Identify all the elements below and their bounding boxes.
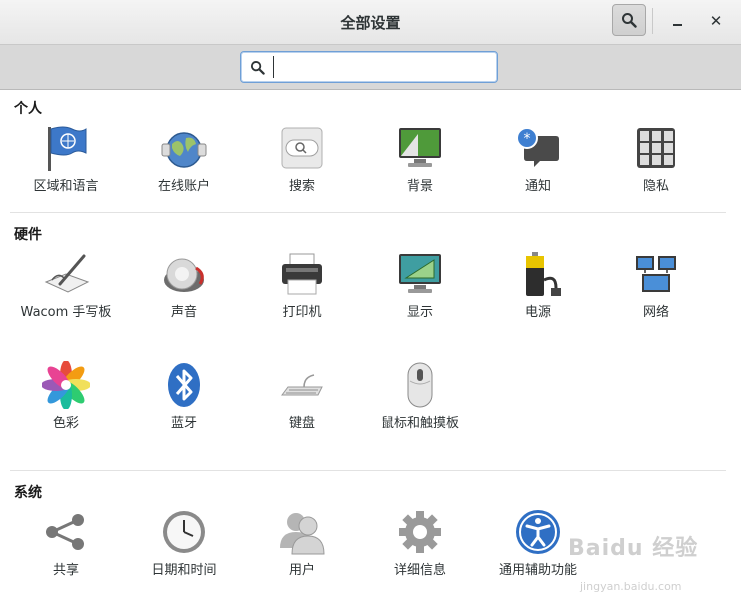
svg-text:*: *	[524, 131, 531, 147]
panel-label: 在线账户	[157, 179, 210, 194]
section-divider	[10, 470, 726, 471]
panel-label: 背景	[406, 179, 433, 194]
watermark-brand: Baidu 经验	[568, 536, 699, 561]
panel-label: 搜索	[288, 179, 315, 194]
panel-label: 键盘	[288, 416, 315, 431]
panel-label: 用户	[288, 563, 315, 578]
display-monitor-icon	[399, 254, 441, 293]
panel-background[interactable]: 背景	[365, 124, 475, 195]
speaker-icon	[164, 258, 204, 292]
printer-icon	[282, 253, 322, 295]
combination-lock-icon	[637, 128, 675, 168]
wallpaper-monitor-icon	[399, 128, 441, 167]
search-icon	[250, 60, 265, 75]
panel-label: 网络	[642, 305, 669, 320]
minimize-button[interactable]	[664, 8, 690, 34]
panel-online-accounts[interactable]: 在线账户	[129, 124, 239, 195]
battery-plug-icon	[526, 252, 561, 296]
clock-icon	[163, 511, 205, 553]
panel-label: 通知	[524, 179, 551, 194]
close-button[interactable]: ✕	[703, 8, 729, 34]
panel-label: 声音	[170, 305, 197, 320]
tablet-pen-icon	[44, 254, 90, 293]
search-field[interactable]	[240, 51, 498, 83]
section-title-system: 系统	[14, 485, 42, 501]
panel-label: Wacom 手写板	[20, 305, 112, 320]
panel-printers[interactable]: 打印机	[247, 250, 357, 321]
panel-bluetooth[interactable]: 蓝牙	[129, 361, 239, 432]
flag-icon	[48, 126, 87, 171]
panel-mouse-touchpad[interactable]: 鼠标和触摸板	[365, 361, 475, 432]
bluetooth-icon	[168, 363, 200, 407]
panel-users[interactable]: 用户	[247, 508, 357, 579]
panel-region-language[interactable]: 区域和语言	[11, 124, 121, 195]
watermark-url: jingyan.baidu.com	[580, 580, 682, 593]
panel-search[interactable]: 搜索	[247, 124, 357, 195]
close-icon: ✕	[709, 12, 723, 30]
panel-display[interactable]: 显示	[365, 250, 475, 321]
header-bar: 全部设置 ✕	[0, 0, 741, 45]
panel-label: 通用辅助功能	[498, 563, 577, 578]
search-icon	[622, 13, 637, 28]
header-separator	[652, 8, 653, 34]
minimize-icon	[672, 24, 682, 26]
panel-label: 隐私	[642, 179, 669, 194]
panel-label: 共享	[52, 563, 79, 578]
network-computers-icon	[636, 256, 676, 292]
panel-label: 鼠标和触摸板	[380, 416, 459, 431]
search-toggle-button[interactable]	[612, 4, 646, 36]
mouse-icon	[407, 362, 433, 408]
search-input[interactable]	[273, 56, 483, 78]
panel-label: 蓝牙	[170, 416, 197, 431]
panel-label: 区域和语言	[33, 179, 99, 194]
section-title-hardware: 硬件	[14, 227, 42, 243]
users-icon	[280, 513, 325, 555]
color-flower-icon	[42, 361, 90, 409]
panel-label: 打印机	[282, 305, 322, 320]
panel-sharing[interactable]: 共享	[11, 508, 121, 579]
panel-label: 日期和时间	[151, 563, 217, 578]
panel-color[interactable]: 色彩	[11, 361, 121, 432]
panel-label: 色彩	[52, 416, 79, 431]
panel-privacy[interactable]: 隐私	[601, 124, 711, 195]
share-icon	[46, 514, 84, 550]
panel-sound[interactable]: 声音	[129, 250, 239, 321]
gear-icon	[399, 511, 441, 553]
panel-power[interactable]: 电源	[483, 250, 593, 321]
panel-label: 显示	[406, 305, 433, 320]
panel-keyboard[interactable]: 键盘	[247, 361, 357, 432]
keyboard-icon	[281, 374, 323, 396]
panel-label: 电源	[524, 305, 551, 320]
accessibility-icon	[516, 510, 560, 554]
panel-date-time[interactable]: 日期和时间	[129, 508, 239, 579]
panel-label: 详细信息	[393, 563, 446, 578]
panel-notifications[interactable]: * 通知	[483, 124, 593, 195]
globe-icon	[161, 132, 207, 168]
section-title-personal: 个人	[14, 101, 42, 117]
search-bar	[0, 45, 741, 90]
notification-bubble-icon: *	[516, 127, 559, 167]
panel-wacom[interactable]: Wacom 手写板	[11, 250, 121, 321]
panel-network[interactable]: 网络	[601, 250, 711, 321]
section-divider	[10, 212, 726, 213]
panel-details[interactable]: 详细信息	[365, 508, 475, 579]
search-panel-icon	[281, 127, 323, 169]
